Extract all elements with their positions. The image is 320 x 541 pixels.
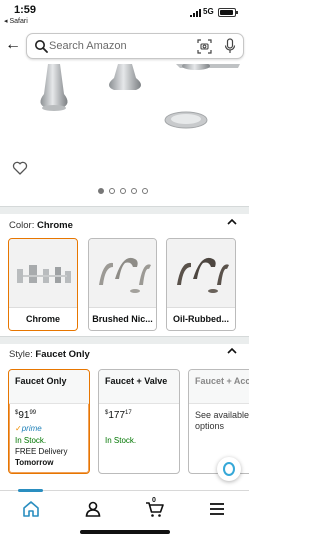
microphone-icon[interactable] bbox=[223, 38, 237, 54]
swatch-image bbox=[89, 239, 156, 309]
color-section-title: Color: Chrome bbox=[9, 220, 73, 231]
prime-label: prime bbox=[21, 424, 42, 433]
search-box[interactable] bbox=[26, 33, 244, 59]
prime-badge: ✓prime bbox=[15, 424, 42, 433]
carousel-dot[interactable] bbox=[109, 188, 115, 194]
network-type: 5G bbox=[203, 7, 214, 16]
style-section-title: Style: Faucet Only bbox=[9, 349, 90, 360]
style-option-faucet-accessories[interactable]: Faucet + Acce See available options bbox=[188, 369, 249, 474]
carousel-dot[interactable] bbox=[142, 188, 148, 194]
home-indicator[interactable] bbox=[80, 530, 170, 534]
price: $17717 bbox=[105, 410, 132, 421]
status-time: 1:59 bbox=[14, 4, 37, 16]
style-option-title: Faucet + Valve bbox=[99, 370, 179, 404]
collapse-chevron-up-icon[interactable] bbox=[225, 346, 239, 356]
search-input[interactable] bbox=[49, 37, 189, 55]
price-fraction: 17 bbox=[125, 410, 132, 416]
carousel-dot[interactable] bbox=[120, 188, 126, 194]
swatch-caption: Chrome bbox=[9, 307, 77, 330]
delivery-info: FREE Delivery bbox=[15, 447, 68, 456]
collapse-chevron-up-icon[interactable] bbox=[225, 217, 239, 227]
style-option-title: Faucet + Acce bbox=[189, 370, 249, 404]
swatch-caption: Oil-Rubbed... bbox=[167, 307, 235, 330]
color-option-oil-rubbed-bronze[interactable]: Oil-Rubbed... bbox=[166, 238, 236, 331]
swatch-caption: Brushed Nic... bbox=[89, 307, 156, 330]
stock-status: In Stock. bbox=[105, 436, 137, 445]
swatch-image bbox=[167, 239, 235, 309]
home-icon[interactable] bbox=[21, 499, 41, 519]
signal-icon bbox=[190, 9, 201, 17]
carousel-dots[interactable] bbox=[98, 188, 148, 196]
color-label: Color: bbox=[9, 220, 35, 231]
stock-status: In Stock. bbox=[15, 436, 47, 445]
color-option-brushed-nickel[interactable]: Brushed Nic... bbox=[88, 238, 157, 331]
style-option-faucet-valve[interactable]: Faucet + Valve $17717 In Stock. bbox=[98, 369, 180, 474]
cart-count: 0 bbox=[152, 497, 156, 504]
search-header: ← bbox=[0, 28, 249, 64]
account-icon[interactable] bbox=[83, 499, 103, 519]
price: $9199 bbox=[15, 410, 36, 421]
search-icon bbox=[35, 40, 48, 53]
back-arrow-icon[interactable]: ← bbox=[5, 36, 21, 54]
style-option-title: Faucet Only bbox=[9, 370, 89, 404]
price-fraction: 99 bbox=[29, 410, 37, 416]
faucet-image bbox=[40, 64, 240, 129]
rufus-assistant-icon[interactable] bbox=[217, 457, 241, 481]
product-image[interactable] bbox=[0, 64, 249, 174]
back-to-safari-link[interactable]: ◂ Safari bbox=[4, 17, 28, 25]
style-label: Style: bbox=[9, 349, 33, 360]
color-selected-value: Chrome bbox=[36, 220, 73, 231]
active-tab-indicator bbox=[18, 489, 43, 492]
status-bar: 1:59 ◂ Safari 5G bbox=[0, 0, 249, 26]
prime-check-icon: ✓ bbox=[15, 424, 22, 433]
heart-icon[interactable] bbox=[12, 160, 28, 176]
price-whole: 177 bbox=[108, 410, 126, 421]
camera-scan-icon[interactable] bbox=[197, 39, 212, 54]
menu-icon[interactable] bbox=[207, 499, 227, 519]
battery-icon bbox=[218, 8, 238, 17]
delivery-date: Tomorrow bbox=[15, 458, 54, 467]
swatch-image bbox=[9, 239, 77, 309]
section-divider bbox=[0, 336, 249, 344]
see-available-options: See available options bbox=[195, 410, 249, 431]
style-option-faucet-only[interactable]: Faucet Only $9199 ✓prime In Stock. FREE … bbox=[8, 369, 90, 474]
section-divider bbox=[0, 206, 249, 214]
color-option-chrome[interactable]: Chrome bbox=[8, 238, 78, 331]
style-selected-value: Faucet Only bbox=[35, 349, 90, 360]
carousel-dot[interactable] bbox=[131, 188, 137, 194]
price-whole: 91 bbox=[18, 410, 30, 421]
carousel-dot[interactable] bbox=[98, 188, 104, 194]
